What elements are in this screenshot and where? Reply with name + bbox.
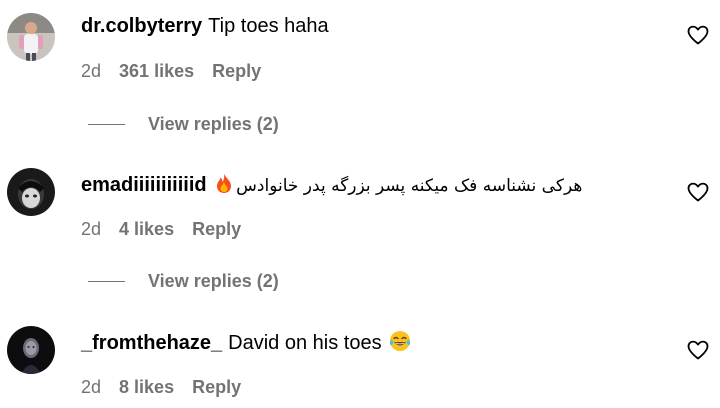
likes-count[interactable]: 361 likes xyxy=(119,60,194,82)
profile-photo-icon xyxy=(7,13,55,61)
profile-photo-icon xyxy=(7,168,55,216)
username-link[interactable]: _fromthehaze_ xyxy=(81,332,222,354)
comment-meta: 2d 361 likes Reply xyxy=(81,60,279,82)
comment-text-line: dr.colbyterry Tip toes haha xyxy=(81,14,329,38)
avatar[interactable] xyxy=(7,168,55,216)
view-replies-label: View replies (2) xyxy=(148,271,279,291)
heart-outline-icon[interactable] xyxy=(686,338,710,362)
username-link[interactable]: emadiiiiiiiiiiid xyxy=(81,174,207,196)
profile-photo-icon xyxy=(7,326,55,374)
comment-body: هرکی نشناسه فک میکنه پسر بزرگه پدر خانوا… xyxy=(236,176,583,196)
comment-body: David on his toes xyxy=(228,332,382,354)
heart-outline-icon[interactable] xyxy=(686,23,710,47)
divider xyxy=(88,281,125,282)
face-with-tears-of-joy-icon xyxy=(389,330,411,358)
avatar[interactable] xyxy=(7,13,55,61)
reply-button[interactable]: Reply xyxy=(212,60,261,82)
avatar[interactable] xyxy=(7,326,55,374)
heart-outline-icon[interactable] xyxy=(686,180,710,204)
likes-count[interactable]: 4 likes xyxy=(119,218,174,240)
username-link[interactable]: dr.colbyterry xyxy=(81,15,202,37)
comment-text-line: emadiiiiiiiiiiid هرکی نشناسه فک میکنه پس… xyxy=(81,172,582,200)
comment-meta: 2d 4 likes Reply xyxy=(81,218,259,240)
comment-body: Tip toes haha xyxy=(208,15,329,37)
comment-time: 2d xyxy=(81,219,102,239)
likes-count[interactable]: 8 likes xyxy=(119,376,174,398)
fire-icon xyxy=(214,172,234,200)
reply-button[interactable]: Reply xyxy=(192,376,241,398)
comment-text-line: _fromthehaze_ David on his toes xyxy=(81,330,413,358)
reply-button[interactable]: Reply xyxy=(192,218,241,240)
divider xyxy=(88,124,125,125)
view-replies-label: View replies (2) xyxy=(148,114,279,134)
comment-meta: 2d 8 likes Reply xyxy=(81,376,259,398)
comment-time: 2d xyxy=(81,61,102,81)
comment-time: 2d xyxy=(81,377,102,397)
